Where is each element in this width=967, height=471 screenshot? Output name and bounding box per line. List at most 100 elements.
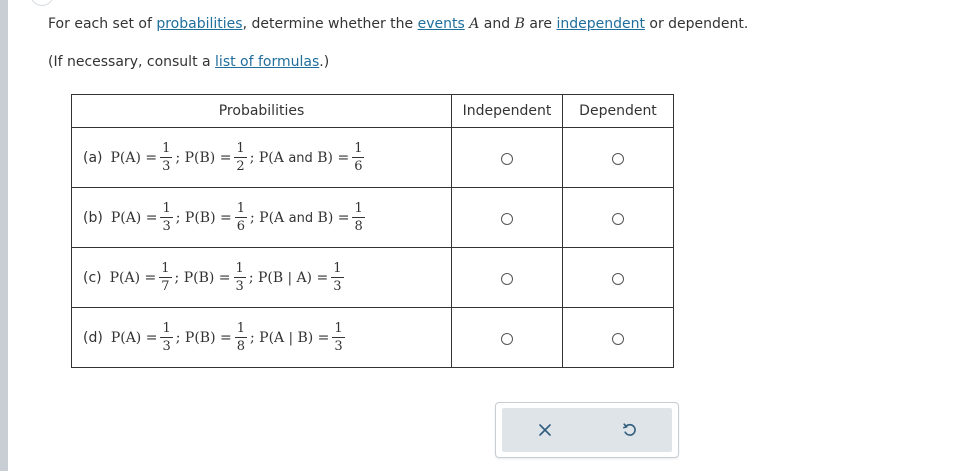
fraction-numerator: 1 <box>234 141 247 158</box>
equals: = <box>316 269 329 286</box>
header-probabilities: Probabilities <box>71 94 452 128</box>
fraction-denominator: 3 <box>334 339 343 354</box>
fraction: 16 <box>234 202 247 234</box>
table-header-row: Probabilities Independent Dependent <box>71 94 674 128</box>
probability-cell: (d) P(A) = 1 3; P(B) = 1 8; P(A | B) = 1 3 <box>71 307 452 368</box>
fraction-denominator: 3 <box>162 159 171 174</box>
x-icon <box>538 424 551 436</box>
third-open: (A <box>268 209 289 226</box>
probability-cell: (a) P(A) = 1 3; P(B) = 1 2; P(A and B) = 1 6 <box>71 127 452 188</box>
fraction-numerator: 1 <box>352 141 365 158</box>
pa-label: P(A) = <box>110 149 158 166</box>
independent-cell <box>451 127 563 188</box>
probability-cell: (c) P(A) = 1 7; P(B) = 1 3; P(B | A) = 1 3 <box>71 247 452 308</box>
fraction: 18 <box>352 201 365 234</box>
pb-label: P(B) = <box>183 269 231 286</box>
header-independent: Independent <box>451 94 563 128</box>
separator: ; <box>174 269 180 286</box>
separator: ; <box>175 329 181 346</box>
note-text: (If necessary, consult a <box>48 54 216 70</box>
fraction-denominator: 3 <box>162 339 171 354</box>
fraction: 13 <box>331 261 344 294</box>
independent-radio[interactable] <box>501 272 513 285</box>
third-prefix: P <box>259 329 269 346</box>
row-label: (c) <box>83 269 102 286</box>
independent-radio[interactable] <box>501 332 513 345</box>
instruction-text: For each set of <box>48 16 157 32</box>
equals: = <box>337 149 350 166</box>
separator: ; <box>175 209 181 226</box>
pb-label: P(B) = <box>184 329 232 346</box>
clear-button[interactable] <box>502 408 587 452</box>
equals: = <box>337 209 350 226</box>
independent-link[interactable]: independent <box>556 16 645 32</box>
header-dependent: Dependent <box>562 94 674 128</box>
dependent-radio[interactable] <box>612 152 624 165</box>
fraction-denominator: 8 <box>236 339 245 354</box>
fraction-numerator: 1 <box>352 201 365 218</box>
independent-cell <box>451 187 563 248</box>
independent-radio[interactable] <box>501 212 513 225</box>
instruction-text: are <box>524 16 557 32</box>
dependent-radio[interactable] <box>612 212 624 225</box>
equals: = <box>317 329 330 346</box>
fraction-denominator: 3 <box>162 219 171 234</box>
table-row: (b) P(A) = 1 3; P(B) = 1 6; P(A and B) = 1 8 <box>71 187 674 248</box>
probability-cell: (b) P(A) = 1 3; P(B) = 1 6; P(A and B) = 1 8 <box>71 187 452 248</box>
pa-label: P(A) = <box>110 329 158 346</box>
fraction: 13 <box>160 201 173 234</box>
fraction-numerator: 1 <box>160 321 173 338</box>
fraction: 13 <box>160 141 173 174</box>
instruction-line: For each set of probabilities, determine… <box>48 16 748 32</box>
fraction: 12 <box>234 141 247 173</box>
left-scroll-bar <box>0 0 8 471</box>
fraction-numerator: 1 <box>331 261 344 278</box>
row-label: (b) <box>83 209 103 226</box>
dependent-radio[interactable] <box>612 332 624 345</box>
table-row: (a) P(A) = 1 3; P(B) = 1 2; P(A and B) = 1 6 <box>71 127 674 188</box>
dependent-cell <box>562 127 674 188</box>
fraction-denominator: 8 <box>354 219 363 234</box>
separator: ; <box>175 149 181 166</box>
third-close: B) <box>293 329 314 346</box>
formulas-link[interactable]: list of formulas <box>215 54 319 70</box>
table-row: (c) P(A) = 1 7; P(B) = 1 3; P(B | A) = 1 3 <box>71 247 674 308</box>
events-link[interactable]: events <box>418 16 465 32</box>
fraction-denominator: 6 <box>236 219 245 234</box>
fraction-numerator: 1 <box>160 141 173 158</box>
instruction-text: , determine whether the <box>242 16 418 32</box>
third-open: (A <box>268 329 289 346</box>
table-row: (d) P(A) = 1 3; P(B) = 1 8; P(A | B) = 1 3 <box>71 307 674 368</box>
third-close: A) <box>292 269 313 286</box>
variable-b: B <box>514 16 525 32</box>
instruction-text: and <box>479 16 515 32</box>
probability-expression: P(A) = 1 3; P(B) = 1 2; P(A and B) = 1 6 <box>110 142 368 173</box>
row-label: (a) <box>83 149 103 166</box>
pb-label: P(B) = <box>184 209 232 226</box>
pb-label: P(B) = <box>184 149 232 166</box>
probability-expression: P(A) = 1 3; P(B) = 1 8; P(A | B) = 1 3 <box>110 322 348 353</box>
third-connector: and <box>288 210 314 226</box>
fraction-denominator: 7 <box>161 279 170 294</box>
reset-button[interactable] <box>587 408 672 452</box>
pa-label: P(A) = <box>109 269 157 286</box>
fraction: 17 <box>159 262 172 294</box>
fraction-denominator: 3 <box>333 279 342 294</box>
probability-expression: P(A) = 1 3; P(B) = 1 6; P(A and B) = 1 8 <box>111 202 368 233</box>
third-open: (A <box>268 149 289 166</box>
fraction: 16 <box>352 141 365 173</box>
probability-table: Probabilities Independent Dependent (a) P… <box>71 94 674 368</box>
independent-radio[interactable] <box>501 152 513 165</box>
probabilities-link[interactable]: probabilities <box>156 16 242 32</box>
third-open: (B <box>267 269 288 286</box>
dependent-cell <box>562 187 674 248</box>
third-connector: and <box>288 150 313 166</box>
third-prefix: P <box>258 149 269 166</box>
third-prefix: P <box>259 209 269 226</box>
dependent-radio[interactable] <box>612 272 624 285</box>
separator: ; <box>250 209 255 226</box>
dependent-cell <box>562 247 674 308</box>
fraction-numerator: 1 <box>160 201 173 218</box>
collapse-chevron-icon[interactable] <box>30 0 54 6</box>
independent-cell <box>451 307 563 368</box>
